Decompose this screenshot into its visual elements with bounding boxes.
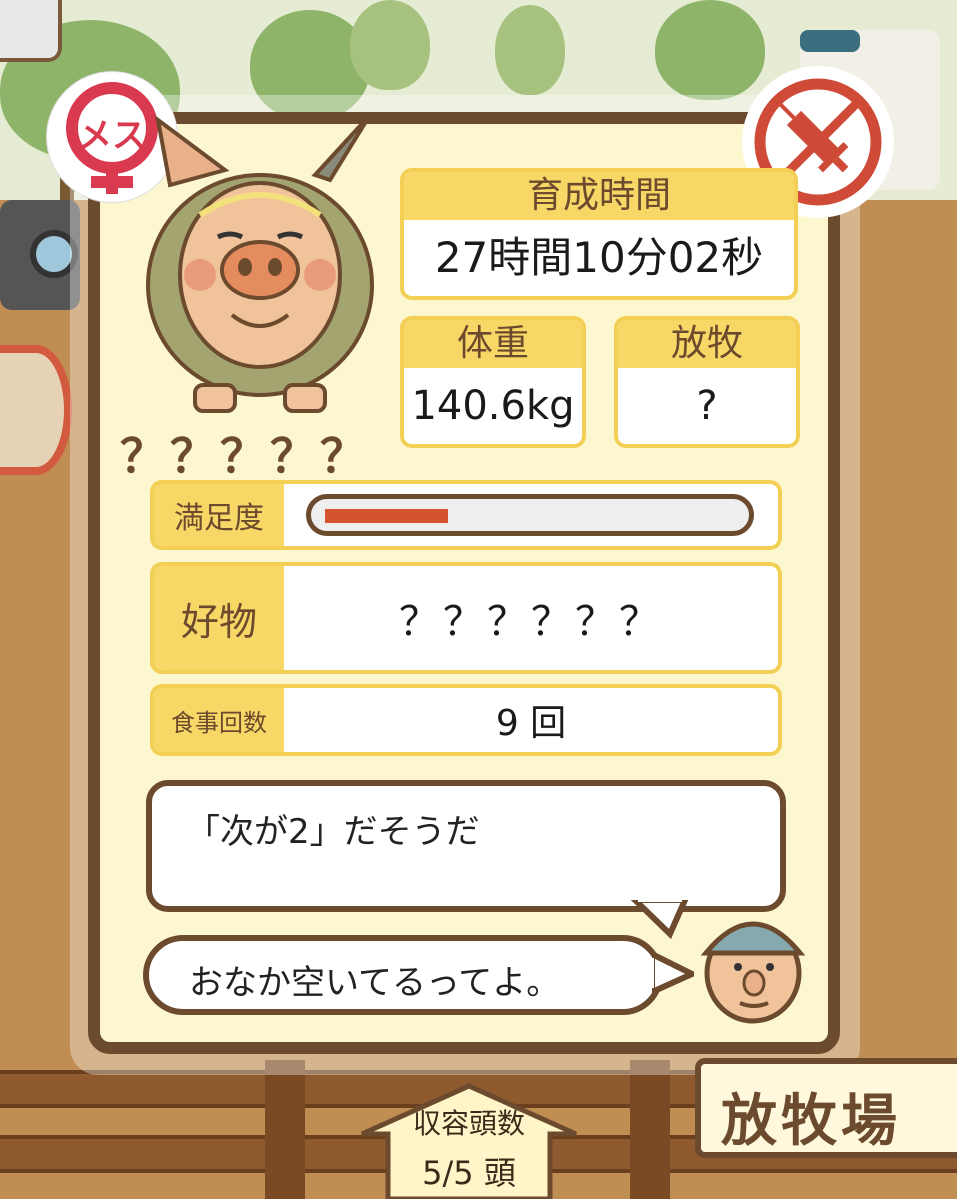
capacity-label: 収容頭数 (412, 1107, 525, 1140)
farmer-avatar (688, 895, 818, 1025)
satisfaction-row: 満足度 (150, 480, 782, 550)
meal-count-value: 9 回 (495, 703, 567, 744)
tree (655, 0, 765, 100)
growth-time-label: 育成時間 (404, 172, 794, 220)
feed-bowl-icon[interactable] (0, 345, 72, 475)
grazing-stat: 放牧 ? (614, 316, 800, 448)
meal-count-label: 食事回数 (154, 688, 284, 752)
weight-stat: 体重 140.6kg (400, 316, 586, 448)
tree (350, 0, 430, 90)
area-sign-text: 放牧場 (721, 1089, 901, 1154)
favorite-food-row: 好物 ？？？？？？ (150, 562, 782, 674)
fence-post (630, 1060, 670, 1199)
grazing-label: 放牧 (618, 320, 796, 368)
hint-text: 「次が2」だそうだ (186, 812, 480, 852)
hint-speech-bubble: 「次が2」だそうだ (146, 780, 786, 912)
fence-post (265, 1060, 305, 1199)
status-speech-bubble: おなか空いてるってよ。 (143, 935, 663, 1015)
satisfaction-bar-track (306, 494, 754, 536)
tree (495, 5, 565, 95)
weight-value: 140.6kg (411, 383, 575, 429)
satisfaction-meter (284, 484, 778, 546)
capacity-value: 5/5 頭 (422, 1154, 516, 1192)
status-text: おなか空いてるってよ。 (189, 963, 561, 1003)
bubble-tail (630, 900, 689, 940)
area-sign[interactable]: 放牧場 (695, 1058, 957, 1158)
pig-name: ？？？？？ (120, 429, 370, 483)
pig-portrait (140, 113, 380, 415)
menu-button[interactable] (0, 0, 62, 62)
capacity-sign: 収容頭数 5/5 頭 (358, 1082, 580, 1199)
growth-time-stat: 育成時間 27時間10分02秒 (400, 168, 798, 300)
satisfaction-label: 満足度 (154, 484, 284, 546)
weight-label: 体重 (404, 320, 582, 368)
satisfaction-bar-fill (325, 509, 448, 523)
favorite-food-label: 好物 (154, 566, 284, 670)
growth-time-value: 27時間10分02秒 (434, 233, 764, 282)
favorite-food-value: ？？？？？？ (399, 599, 663, 645)
meal-count-row: 食事回数 9 回 (150, 684, 782, 756)
camera-icon[interactable] (0, 200, 80, 310)
grazing-value: ? (696, 383, 718, 429)
